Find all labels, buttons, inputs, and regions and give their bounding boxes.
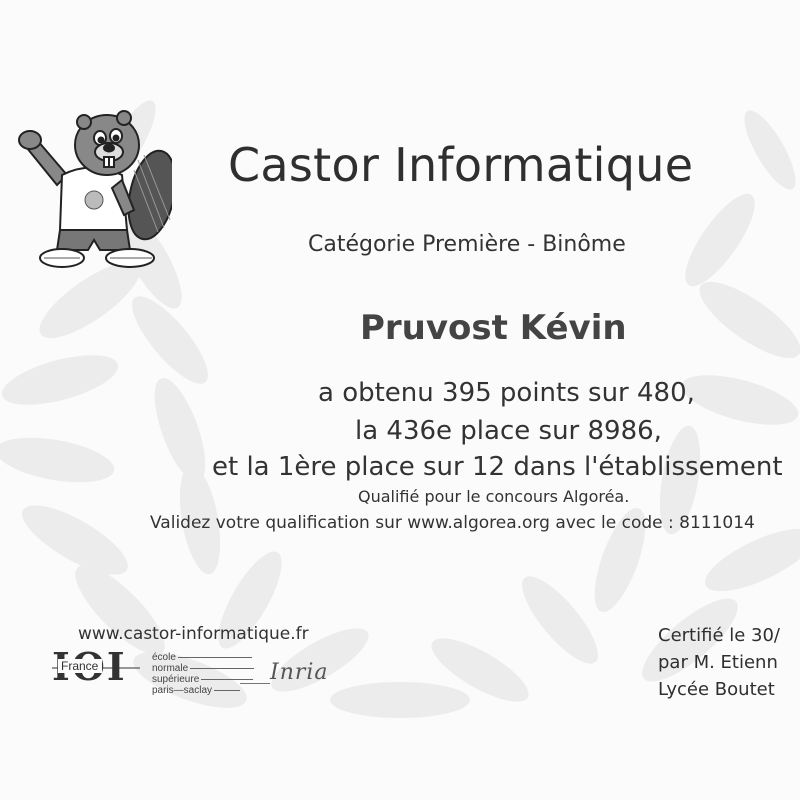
- ens-paris-saclay-logo: école normale supérieure paris—saclay: [152, 652, 255, 696]
- certificate-page: Castor Informatique Catégorie Première -…: [0, 0, 800, 800]
- certification-block: Certifié le 30/ par M. Etienn Lycée Bout…: [658, 622, 780, 703]
- certified-school: Lycée Boutet: [658, 679, 775, 700]
- inria-rule: [240, 683, 270, 684]
- beaver-mascot-icon: [18, 110, 172, 268]
- certified-by: par M. Etienn: [658, 652, 778, 673]
- score-line: a obtenu 395 points sur 480,: [318, 378, 695, 408]
- validation-code-line: Validez votre qualification sur www.algo…: [150, 513, 755, 533]
- inria-logo: Inria: [270, 660, 329, 685]
- ens-line-2: normale: [152, 663, 189, 674]
- category-label: Catégorie Première - Binôme: [308, 232, 626, 257]
- website-link[interactable]: www.castor-informatique.fr: [78, 624, 309, 644]
- ioi-france-logo: IOI France: [52, 644, 142, 689]
- rank-line: la 436e place sur 8986,: [355, 416, 662, 446]
- qualification-line: Qualifié pour le concours Algoréa.: [358, 487, 630, 506]
- school-rank-line: et la 1ère place sur 12 dans l'établisse…: [212, 452, 783, 482]
- ens-line-3: supérieure: [152, 674, 200, 685]
- recipient-name: Pruvost Kévin: [360, 308, 627, 348]
- ens-line-1: école: [152, 652, 176, 663]
- certified-date: Certifié le 30/: [658, 625, 781, 646]
- ens-line-4: paris—saclay: [152, 685, 213, 696]
- certificate-title: Castor Informatique: [228, 138, 694, 192]
- ioi-country: France: [61, 659, 99, 673]
